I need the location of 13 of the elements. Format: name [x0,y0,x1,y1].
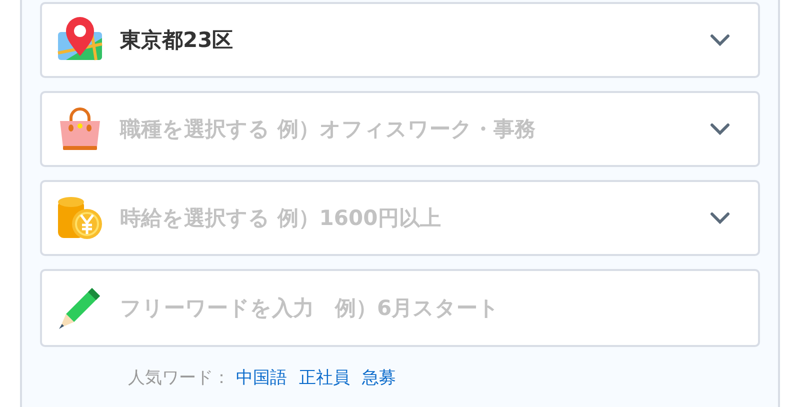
keyword-input-field[interactable]: フリーワードを入力 例）6月スタート [40,269,760,347]
chevron-down-icon [710,212,730,224]
chevron-down-icon [710,34,730,46]
keyword-link[interactable]: 正社員 [299,366,350,389]
yen-coins-icon [56,194,104,242]
select-value: 東京都23区 [120,27,234,54]
select-field[interactable]: 東京都23区 [40,2,760,78]
keyword-link[interactable]: 中国語 [236,366,287,389]
popular-words-label: 人気ワード： [128,367,230,389]
select-placeholder: 職種を選択する 例）オフィスワーク・事務 [120,116,536,143]
chevron-down-icon [710,123,730,135]
select-placeholder: 時給を選択する 例）1600円以上 [120,205,442,232]
keyword-link[interactable]: 急募 [362,366,396,389]
